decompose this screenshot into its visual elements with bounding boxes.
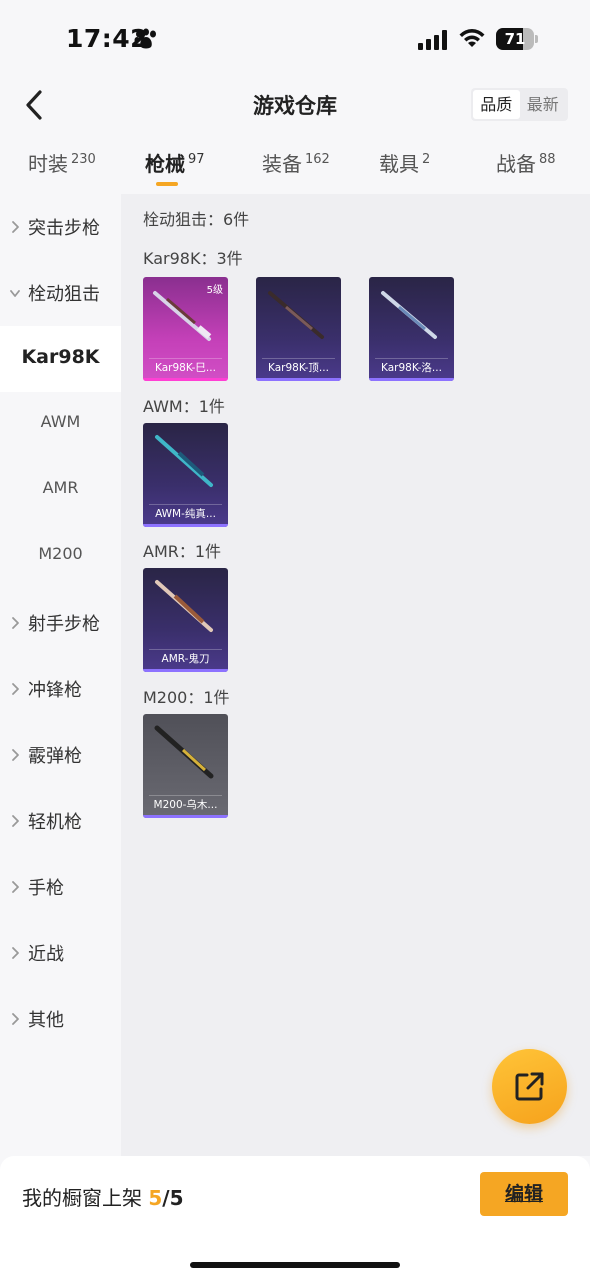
battery-percent: 71 (504, 30, 526, 48)
sidebar-item-label: 栓动狙击 (28, 284, 100, 305)
rifle-image (155, 580, 213, 632)
edit-button[interactable]: 编辑 (480, 1172, 568, 1216)
sidebar-item-label: AMR (42, 478, 79, 497)
chevron-right-icon (12, 683, 19, 695)
rifle-image (268, 291, 324, 339)
chevron-right-icon (12, 947, 19, 959)
chevron-right-icon (12, 749, 19, 761)
sidebar-item-shotgun[interactable]: 霰弹枪 (0, 722, 121, 788)
sidebar-item-smg[interactable]: 冲锋枪 (0, 656, 121, 722)
item-name: Kar98K-洛... (381, 362, 442, 374)
sidebar-item-awm[interactable]: AWM (0, 392, 121, 458)
item-name: AMR-鬼刀 (161, 653, 210, 665)
tab-count: 230 (71, 152, 96, 167)
rifle-image (154, 725, 214, 779)
battery-indicator: 71 (496, 28, 540, 50)
sort-toggle: 品质 最新 (471, 88, 568, 121)
sidebar-item-lmg[interactable]: 轻机枪 (0, 788, 121, 854)
chevron-right-icon (12, 617, 19, 629)
tab-firearms[interactable]: 枪械 97 (145, 148, 205, 177)
rifle-image (155, 435, 213, 487)
tab-vehicles[interactable]: 载具 2 (379, 148, 430, 177)
item-card[interactable]: Kar98K-顶... (256, 277, 341, 381)
sidebar-item-label: 霰弹枪 (28, 746, 82, 767)
item-card[interactable]: M200-乌木... (143, 714, 228, 818)
sidebar-item-label: 突击步枪 (28, 218, 100, 239)
tab-label: 时装 (28, 152, 68, 176)
sidebar-item-other[interactable]: 其他 (0, 986, 121, 1052)
item-name: Kar98K-顶... (268, 362, 329, 374)
tab-count: 97 (188, 152, 205, 167)
item-grid-panel: 栓动狙击：6件 Kar98K：3件 5级 Kar98K-巳... Kar98K-… (121, 194, 590, 1156)
tab-fashion[interactable]: 时装 230 (28, 148, 96, 177)
tab-label: 枪械 (145, 152, 185, 176)
paw-icon (134, 28, 156, 49)
tab-equipment[interactable]: 装备 162 (262, 148, 330, 177)
bottom-bar: 我的橱窗上架 5/5 编辑 (0, 1156, 590, 1280)
item-level-badge: 5级 (206, 285, 223, 296)
item-name: Kar98K-巳... (155, 362, 216, 374)
sidebar-item-m200[interactable]: M200 (0, 524, 121, 590)
group-title-awm: AWM：1件 (143, 397, 225, 416)
active-tab-indicator (156, 182, 178, 186)
tab-supplies[interactable]: 战备 88 (496, 148, 556, 177)
sidebar-item-assault-rifle[interactable]: 突击步枪 (0, 194, 121, 260)
sidebar-item-label: 轻机枪 (28, 812, 82, 833)
sidebar-item-bolt-sniper[interactable]: 栓动狙击 (0, 260, 121, 326)
sort-option-quality[interactable]: 品质 (473, 90, 520, 119)
sidebar-item-pistol[interactable]: 手枪 (0, 854, 121, 920)
sort-option-newest[interactable]: 最新 (520, 90, 567, 119)
group-title-kar98k: Kar98K：3件 (143, 249, 243, 268)
category-tabs: 时装 230 枪械 97 装备 162 载具 2 战备 88 (0, 142, 590, 194)
home-indicator (190, 1262, 400, 1268)
wifi-icon (459, 29, 485, 47)
category-title: 栓动狙击：6件 (143, 210, 250, 229)
showcase-status: 我的橱窗上架 5/5 (22, 1182, 184, 1211)
item-card[interactable]: 5级 Kar98K-巳... (143, 277, 228, 381)
share-button[interactable] (492, 1049, 567, 1124)
sidebar-item-label: AWM (40, 412, 81, 431)
item-name: AWM-纯真... (155, 508, 216, 520)
chevron-right-icon (12, 221, 19, 233)
status-bar: 17:42 71 (0, 0, 590, 78)
tab-label: 战备 (496, 152, 536, 176)
tab-label: 载具 (379, 152, 419, 176)
group-title-amr: AMR：1件 (143, 542, 222, 561)
sidebar-item-label: M200 (38, 544, 83, 563)
sidebar-item-marksman-rifle[interactable]: 射手步枪 (0, 590, 121, 656)
sidebar-item-label: 手枪 (28, 878, 64, 899)
item-card[interactable]: AWM-纯真... (143, 423, 228, 527)
chevron-right-icon (12, 881, 19, 893)
sidebar: 突击步枪 栓动狙击 Kar98K AWM AMR M200 射手步枪 冲锋枪 霰… (0, 194, 121, 1156)
share-icon (515, 1072, 544, 1101)
showcase-count: 5 (148, 1186, 163, 1210)
group-title-m200: M200：1件 (143, 688, 230, 707)
sidebar-item-amr[interactable]: AMR (0, 458, 121, 524)
tab-count: 88 (539, 152, 556, 167)
rifle-image (381, 291, 437, 339)
sidebar-item-label: 冲锋枪 (28, 680, 82, 701)
sidebar-item-label: 其他 (28, 1010, 64, 1031)
header: 游戏仓库 品质 最新 (0, 78, 590, 132)
chevron-right-icon (12, 1013, 19, 1025)
showcase-label: 我的橱窗上架 (22, 1186, 142, 1210)
sidebar-item-label: 射手步枪 (28, 614, 100, 635)
signal-icon (418, 30, 447, 50)
sidebar-item-kar98k[interactable]: Kar98K (0, 326, 121, 392)
sidebar-item-label: Kar98K (21, 346, 100, 368)
tab-count: 2 (422, 152, 431, 167)
chevron-down-icon (10, 290, 20, 297)
sidebar-item-label: 近战 (28, 944, 64, 965)
tab-label: 装备 (262, 152, 302, 176)
item-card[interactable]: Kar98K-洛... (369, 277, 454, 381)
showcase-total: /5 (162, 1186, 184, 1210)
item-card[interactable]: AMR-鬼刀 (143, 568, 228, 672)
sidebar-item-melee[interactable]: 近战 (0, 920, 121, 986)
chevron-right-icon (12, 815, 19, 827)
tab-count: 162 (305, 152, 330, 167)
item-name: M200-乌木... (153, 799, 218, 811)
